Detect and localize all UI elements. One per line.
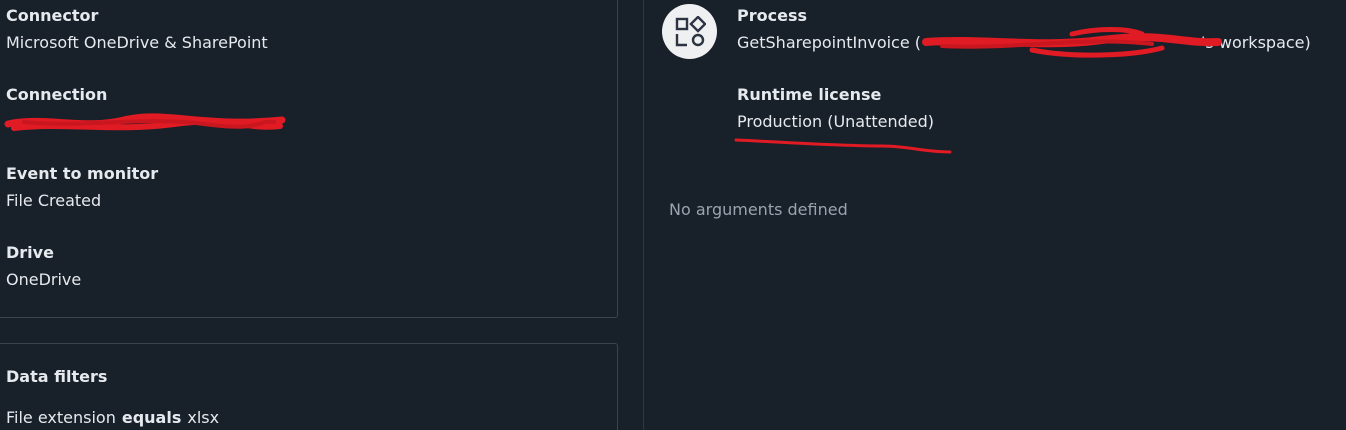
runtime-license-label: Runtime license [737,85,882,104]
filter-row: File extension equals xlsx [6,408,219,427]
event-label: Event to monitor [6,164,159,183]
column-divider [643,0,644,430]
process-value: GetSharepointInvoice ( 's workspace) [737,33,1311,52]
filter-operator: equals [121,408,182,427]
process-label: Process [737,6,807,25]
license-underline-annotation [734,138,952,154]
no-arguments-text: No arguments defined [669,200,848,219]
process-workspace-suffix: 's workspace) [1201,33,1311,52]
filter-field: File extension [6,408,116,427]
event-value: File Created [6,191,102,210]
data-filters-title: Data filters [6,367,108,386]
drive-value: OneDrive [6,270,82,289]
runtime-license-value: Production (Unattended) [737,112,935,131]
trigger-details-panel: Connector Microsoft OneDrive & SharePoin… [0,0,1346,430]
connection-label: Connection [6,85,108,104]
drive-label: Drive [6,243,54,262]
process-icon [662,4,717,59]
process-name: GetSharepointInvoice ( [737,33,922,52]
connector-label: Connector [6,6,99,25]
filter-value: xlsx [187,408,220,427]
connector-value: Microsoft OneDrive & SharePoint [6,33,268,52]
